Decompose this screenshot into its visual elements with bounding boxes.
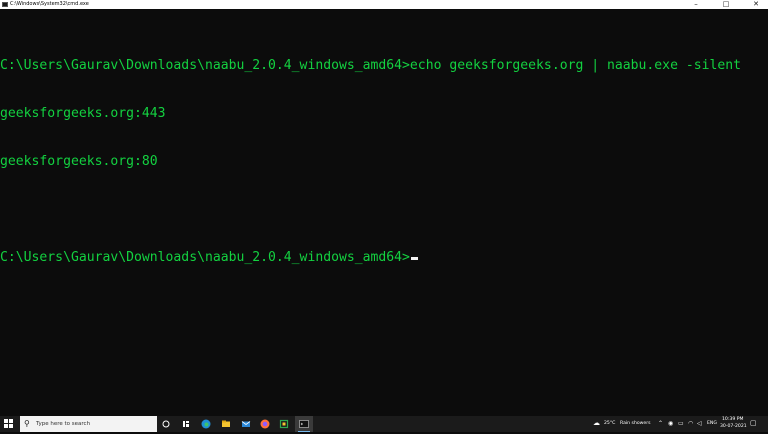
wifi-icon[interactable]: ◠ [688, 421, 693, 427]
clock-date[interactable]: 30-07-2021 [720, 424, 747, 430]
widgets-icon[interactable] [180, 418, 192, 430]
edge-icon[interactable] [200, 418, 212, 430]
console-prompt: C:\Users\Gaurav\Downloads\naabu_2.0.4_wi… [0, 250, 410, 265]
windows-logo-icon [4, 419, 8, 423]
weather-icon[interactable]: ☁ [593, 420, 600, 427]
notification-icon[interactable]: ▢ [750, 420, 757, 427]
language-indicator[interactable]: ENG [707, 421, 717, 427]
clock-time[interactable]: 10:39 PM [722, 417, 743, 423]
chevron-up-icon[interactable]: ⌃ [658, 421, 663, 427]
windows-logo-icon [9, 419, 13, 423]
task-view-icon[interactable] [160, 418, 172, 430]
console-line: geeksforgeeks.org:80 [0, 154, 158, 169]
taskbar: ⚲ Type here to search ☁ 25°C Rain shower… [0, 416, 768, 432]
window-title: C:\Windows\System32\cmd.exe [10, 1, 89, 7]
console-prompt-line: C:\Users\Gaurav\Downloads\naabu_2.0.4_wi… [0, 250, 768, 266]
search-placeholder: Type here to search [36, 421, 91, 427]
cmd-icon[interactable] [298, 418, 310, 432]
app-icon[interactable] [278, 418, 290, 430]
file-explorer-icon[interactable] [220, 418, 232, 430]
mail-icon[interactable] [240, 418, 252, 430]
minimize-button[interactable]: – [684, 0, 708, 9]
search-icon: ⚲ [24, 419, 30, 428]
firefox-icon[interactable] [259, 418, 271, 430]
text-cursor [410, 257, 418, 260]
taskbar-search-box[interactable]: ⚲ Type here to search [20, 416, 157, 432]
console-line: C:\Users\Gaurav\Downloads\naabu_2.0.4_wi… [0, 58, 742, 73]
network-icon[interactable]: ▭ [678, 421, 684, 427]
maximize-button[interactable]: □ [714, 0, 738, 9]
weather-temp[interactable]: 25°C [604, 421, 615, 427]
windows-logo-icon [4, 424, 8, 428]
console-line: geeksforgeeks.org:443 [0, 106, 166, 121]
title-bar[interactable]: C:\Windows\System32\cmd.exe – □ ✕ [0, 0, 768, 9]
weather-condition[interactable]: Rain showers [620, 421, 651, 427]
close-button[interactable]: ✕ [744, 0, 768, 9]
start-button[interactable] [4, 419, 14, 429]
cmd-app-icon [2, 2, 8, 7]
windows-logo-icon [9, 424, 13, 428]
console-output[interactable]: C:\Users\Gaurav\Downloads\naabu_2.0.4_wi… [0, 26, 768, 282]
security-icon[interactable]: ◉ [668, 421, 673, 427]
volume-icon[interactable]: ◁ [697, 421, 702, 427]
